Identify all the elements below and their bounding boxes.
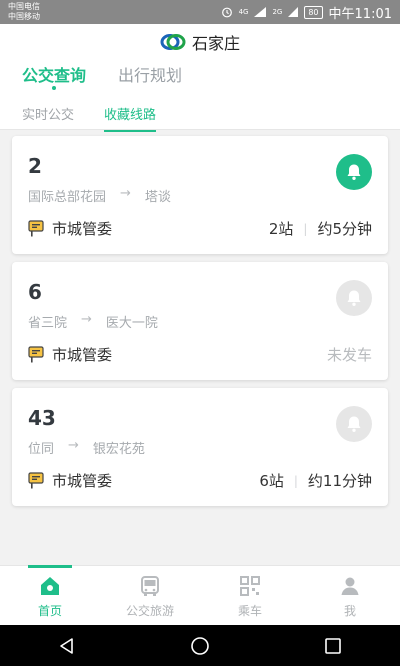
- route-direction: 省三院 → 医大一院: [28, 312, 158, 331]
- back-button[interactable]: [37, 625, 97, 666]
- nav-me[interactable]: 我: [300, 566, 400, 626]
- bus-stop-sign-icon: [28, 346, 44, 363]
- arrival-info: 6站 | 约11分钟: [259, 470, 372, 491]
- route-card[interactable]: 6 省三院 → 医大一院 市城管委 未发车: [12, 262, 388, 380]
- bell-icon: [347, 416, 361, 432]
- route-number: 6: [28, 280, 42, 304]
- direction-arrow-icon: →: [120, 186, 131, 201]
- nav-label: 公交旅游: [125, 604, 174, 618]
- route-number: 2: [28, 154, 42, 178]
- network-type-1: 4G: [238, 8, 249, 16]
- route-card[interactable]: 2 国际总部花园 → 塔谈 市城管委 2站 | 约5分钟: [12, 136, 388, 254]
- boarding-stop: 市城管委: [28, 218, 112, 239]
- sub-tabs: 实时公交 收藏线路: [22, 104, 157, 132]
- battery-indicator: 80: [304, 5, 323, 19]
- active-tab-indicator: [52, 86, 56, 90]
- bus-stop-sign-icon: [28, 472, 44, 489]
- tab-label: 出行规划: [118, 66, 183, 85]
- bus-stop-sign-icon: [28, 220, 44, 237]
- status-indicators: 4G 2G 80 中午11:01: [221, 0, 392, 24]
- stations-away: 2站: [268, 220, 294, 238]
- divider: |: [293, 473, 298, 488]
- divider: |: [303, 221, 308, 236]
- city-logo-icon: [160, 34, 186, 50]
- signal-icon: [254, 7, 267, 17]
- route-destination: 塔谈: [144, 190, 171, 205]
- route-direction: 国际总部花园 → 塔谈: [28, 186, 171, 205]
- carrier-2: 中国移动: [8, 12, 40, 21]
- nav-label: 首页: [37, 604, 62, 618]
- bottom-navigation: 首页 公交旅游 乘车 我: [0, 565, 400, 625]
- main-tabs: 公交查询 出行规划: [22, 62, 182, 90]
- city-name: 石家庄: [191, 34, 240, 53]
- route-status: 未发车: [326, 346, 372, 364]
- stop-name: 市城管委: [52, 220, 113, 238]
- route-origin: 省三院: [28, 316, 68, 331]
- back-triangle-icon: [59, 637, 73, 654]
- home-button[interactable]: [170, 625, 230, 666]
- active-nav-indicator: [28, 565, 72, 568]
- nav-label: 我: [343, 604, 356, 618]
- signal-icon-2: [288, 7, 299, 17]
- route-card[interactable]: 43 位同 → 银宏花苑 市城管委 6站 | 约11分钟: [12, 388, 388, 506]
- nav-bus-tour[interactable]: 公交旅游: [100, 566, 200, 626]
- system-navigation-bar: [0, 625, 400, 666]
- arrival-time: 约11分钟: [307, 472, 372, 490]
- carrier-1: 中国电信: [8, 2, 40, 11]
- alarm-icon: [221, 7, 232, 18]
- stop-name: 市城管委: [52, 472, 113, 490]
- carrier-info: 中国电信 中国移动: [8, 2, 40, 22]
- tab-bus-query[interactable]: 公交查询: [22, 62, 87, 90]
- boarding-stop: 市城管委: [28, 470, 112, 491]
- clock: 中午11:01: [328, 6, 392, 22]
- recents-button[interactable]: [303, 625, 363, 666]
- bus-icon: [141, 576, 159, 596]
- network-type-2: 2G: [272, 8, 283, 16]
- subtab-favorite-routes[interactable]: 收藏线路: [104, 104, 157, 132]
- home-circle-icon: [191, 636, 209, 655]
- app-header: 石家庄 公交查询 出行规划 实时公交 收藏线路: [0, 24, 400, 132]
- stations-away: 6站: [259, 472, 284, 490]
- user-icon: [341, 577, 359, 595]
- qr-code-icon: [240, 576, 260, 596]
- subtab-realtime-bus[interactable]: 实时公交: [22, 104, 74, 132]
- route-destination: 医大一院: [105, 316, 158, 331]
- route-origin: 位同: [28, 442, 55, 457]
- reminder-toggle-button[interactable]: [336, 280, 372, 316]
- bell-icon: [347, 164, 361, 180]
- nav-label: 乘车: [237, 604, 262, 618]
- arrival-time: 约5分钟: [317, 220, 372, 238]
- reminder-toggle-button[interactable]: [336, 154, 372, 190]
- nav-home[interactable]: 首页: [0, 565, 100, 626]
- boarding-stop: 市城管委: [28, 344, 112, 365]
- reminder-toggle-button[interactable]: [336, 406, 372, 442]
- home-icon: [41, 577, 59, 595]
- route-number: 43: [28, 406, 56, 430]
- recents-square-icon: [325, 637, 342, 654]
- arrival-info: 未发车: [327, 344, 372, 365]
- arrival-info: 2站 | 约5分钟: [269, 218, 372, 239]
- route-origin: 国际总部花园: [28, 190, 107, 205]
- route-destination: 银宏花苑: [92, 442, 145, 457]
- direction-arrow-icon: →: [81, 312, 92, 327]
- tab-trip-planning[interactable]: 出行规划: [118, 62, 182, 86]
- nav-ride[interactable]: 乘车: [200, 566, 300, 626]
- stop-name: 市城管委: [52, 346, 113, 364]
- route-direction: 位同 → 银宏花苑: [28, 438, 145, 457]
- bell-icon: [347, 290, 361, 306]
- tab-label: 公交查询: [22, 66, 87, 85]
- city-selector[interactable]: 石家庄: [0, 30, 400, 54]
- direction-arrow-icon: →: [68, 438, 79, 453]
- status-bar: 中国电信 中国移动 4G 2G 80 中午11:01: [0, 0, 400, 24]
